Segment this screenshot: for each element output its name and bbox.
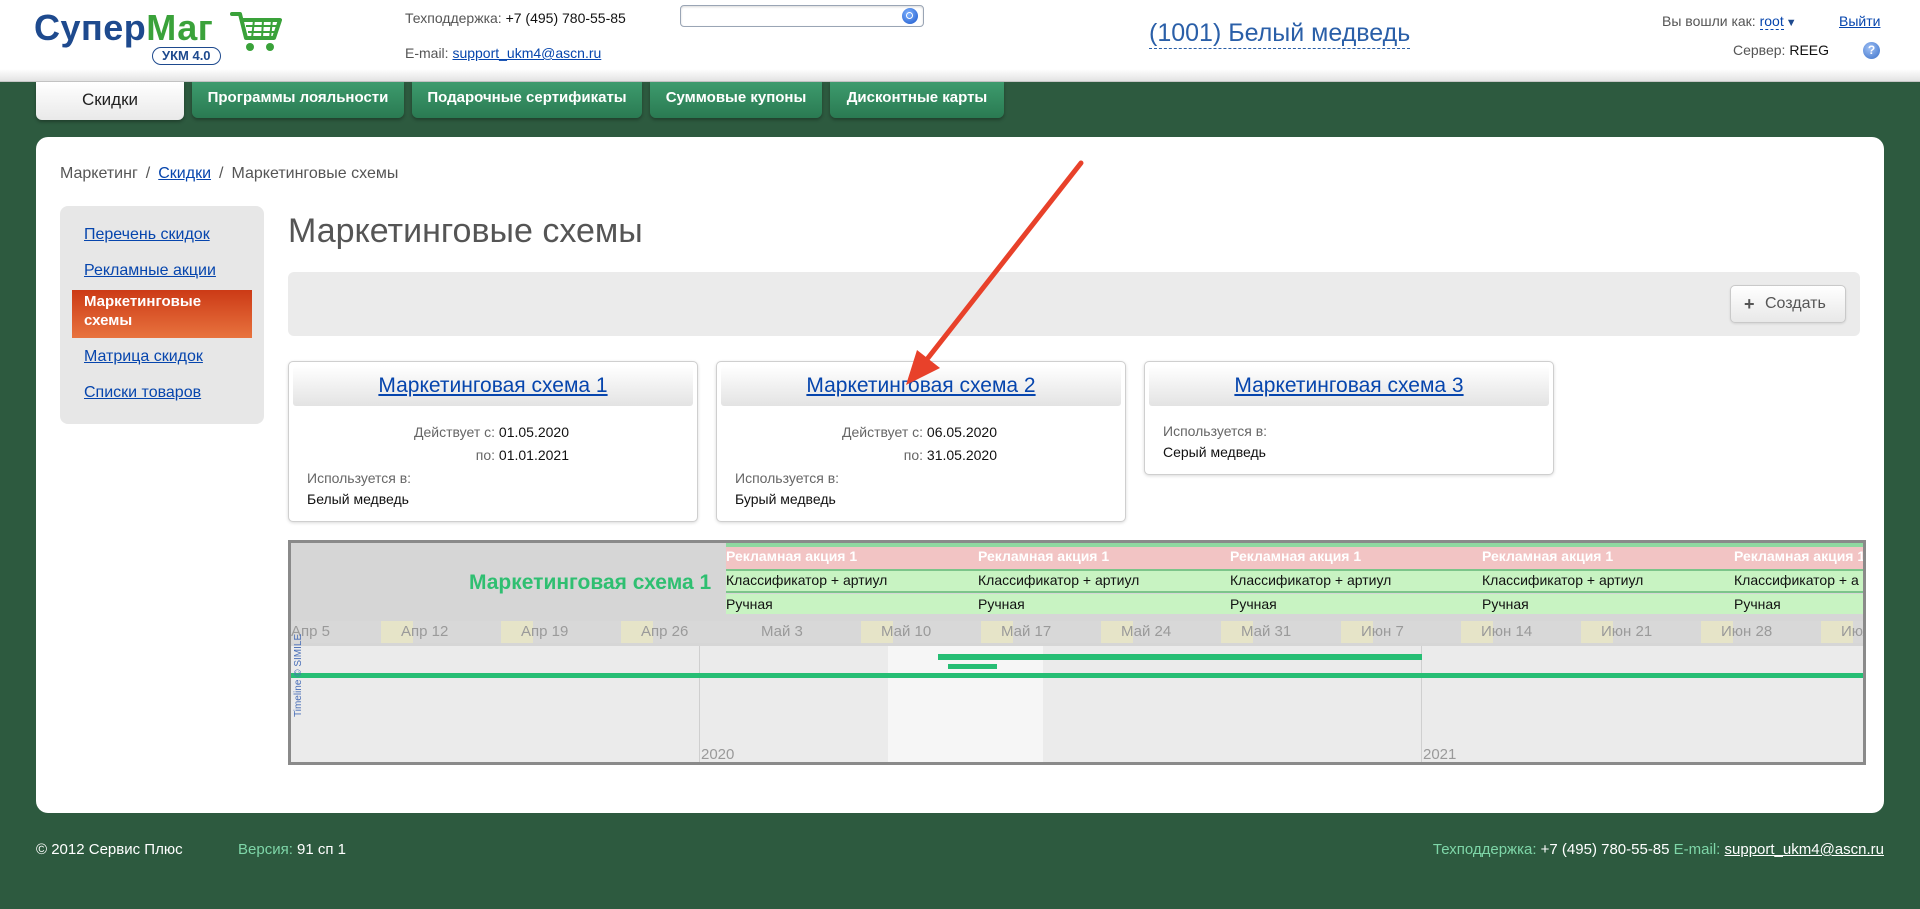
scheme-card: Маркетинговая схема 2 Действует с: 06.05… [716, 361, 1126, 522]
timeline-week-label: Май 17 [1001, 623, 1052, 640]
supermag-logo[interactable]: СуперМаг УКМ 4.0 [34, 8, 284, 70]
timeline-year-label: 2021 [1423, 746, 1457, 763]
sidebar-item-marketing-schemes[interactable]: Маркетинговые схемы [72, 290, 252, 338]
timeline-mode: Ручная [1734, 596, 1781, 612]
help-icon[interactable]: ? [1863, 42, 1880, 59]
header-support: Техподдержка: +7 (495) 780-55-85 [405, 10, 626, 26]
plus-icon: + [1744, 294, 1755, 314]
tab-sum-coupons[interactable]: Суммовые купоны [650, 82, 822, 118]
shopping-cart-icon [230, 12, 282, 51]
server-info: Сервер: REEG [1733, 42, 1830, 58]
timeline-row-mode [726, 594, 1863, 614]
sidebar: Перечень скидок Рекламные акции Маркетин… [60, 206, 264, 424]
tab-loyalty[interactable]: Программы лояльности [192, 82, 404, 118]
timeline-week-scale: Апр 5 Апр 12 Апр 19 Апр 26 Май 3 Май 10 … [291, 621, 1863, 643]
logo-wordmark: СуперМаг [34, 7, 214, 48]
create-button[interactable]: + Создать [1730, 285, 1846, 323]
timeline-classifier: Классификатор + артиул [1482, 572, 1644, 588]
main-nav: Скидки Программы лояльности Подарочные с… [0, 82, 1920, 122]
scheme-card: Маркетинговая схема 3 Используется в: Се… [1144, 361, 1554, 475]
tab-discount-cards[interactable]: Дисконтные карты [830, 82, 1004, 118]
timeline-mode: Ручная [978, 596, 1025, 612]
logout-link[interactable]: Выйти [1839, 13, 1880, 29]
timeline-week-label: Июл [1841, 623, 1863, 640]
footer-support: Техподдержка: +7 (495) 780-55-85 E-mail:… [1432, 841, 1884, 858]
sidebar-item-promotions[interactable]: Рекламные акции [84, 262, 216, 280]
scheme-title-link[interactable]: Маркетинговая схема 1 [378, 374, 607, 397]
breadcrumb: Маркетинг / Скидки / Маркетинговые схемы [60, 165, 399, 182]
page-title: Маркетинговые схемы [288, 212, 643, 250]
toolbar: + Создать [288, 272, 1860, 336]
timeline-scheme-label: Маркетинговая схема 1 [469, 571, 712, 594]
scheme-title-link[interactable]: Маркетинговая схема 3 [1234, 374, 1463, 397]
timeline-week-label: Июн 28 [1721, 623, 1773, 640]
timeline-event[interactable]: Рекламная акция 1 [1482, 548, 1613, 564]
version-badge: УКМ 4.0 [152, 47, 221, 65]
timeline-week-label: Май 3 [761, 623, 803, 640]
timeline-classifier: Классификатор + артиул [726, 572, 888, 588]
timeline[interactable]: Маркетинговая схема 1 Рекламная акция 1 … [288, 540, 1866, 765]
timeline-bar[interactable] [291, 673, 1863, 678]
timeline-credit: Timeline © SIMILE [293, 633, 304, 717]
timeline-classifier: Классификатор + артиул [978, 572, 1140, 588]
search-icon[interactable] [902, 8, 918, 24]
timeline-classifier: Классификатор + а [1734, 572, 1859, 588]
footer-email-link[interactable]: support_ukm4@ascn.ru [1725, 841, 1884, 858]
timeline-week-label: Июн 14 [1481, 623, 1533, 640]
breadcrumb-link-discounts[interactable]: Скидки [158, 165, 211, 182]
scheme-card: Маркетинговая схема 1 Действует с: 01.05… [288, 361, 698, 522]
header-email: E-mail: support_ukm4@ascn.ru [405, 45, 602, 61]
timeline-week-label: Апр 12 [401, 623, 449, 640]
timeline-bar[interactable] [938, 654, 1422, 660]
timeline-week-label: Май 31 [1241, 623, 1292, 640]
timeline-event[interactable]: Рекламная акция 1 [726, 548, 857, 564]
timeline-week-label: Апр 26 [641, 623, 689, 640]
timeline-mode: Ручная [726, 596, 773, 612]
timeline-event[interactable]: Рекламная акция 1 [1734, 548, 1863, 564]
timeline-mode: Ручная [1230, 596, 1277, 612]
timeline-year-label: 2020 [701, 746, 735, 763]
timeline-event[interactable]: Рекламная акция 1 [978, 548, 1109, 564]
store-selector[interactable]: (1001) Белый медведь [1149, 18, 1411, 49]
caret-down-icon[interactable]: ▼ [1786, 17, 1797, 29]
user-menu[interactable]: root [1759, 13, 1784, 30]
timeline-week-label: Май 10 [881, 623, 932, 640]
timeline-classifier: Классификатор + артиул [1230, 572, 1392, 588]
sidebar-item-discount-matrix[interactable]: Матрица скидок [84, 348, 203, 366]
timeline-overview-band: 2020 2021 [291, 646, 1863, 762]
login-info: Вы вошли как: root ▼ [1662, 13, 1797, 30]
footer-version: Версия: 91 сп 1 [238, 841, 347, 858]
timeline-event[interactable]: Рекламная акция 1 [1230, 548, 1361, 564]
search-input[interactable] [680, 5, 924, 27]
footer-copyright: © 2012 Сервис Плюс [36, 841, 183, 858]
tab-discounts[interactable]: Скидки [36, 82, 184, 120]
sidebar-item-discount-list[interactable]: Перечень скидок [84, 226, 210, 244]
scheme-title-link[interactable]: Маркетинговая схема 2 [806, 374, 1035, 397]
app-header: СуперМаг УКМ 4.0 Техподдержка: +7 (495) … [0, 0, 1920, 82]
tab-gift-certificates[interactable]: Подарочные сертификаты [412, 82, 642, 118]
timeline-bar[interactable] [948, 664, 997, 669]
timeline-week-label: Май 24 [1121, 623, 1172, 640]
timeline-week-label: Апр 19 [521, 623, 569, 640]
timeline-week-label: Июн 7 [1361, 623, 1404, 640]
support-email-link[interactable]: support_ukm4@ascn.ru [452, 45, 601, 61]
sidebar-item-product-lists[interactable]: Списки товаров [84, 384, 201, 402]
timeline-week-label: Июн 21 [1601, 623, 1653, 640]
timeline-mode: Ручная [1482, 596, 1529, 612]
